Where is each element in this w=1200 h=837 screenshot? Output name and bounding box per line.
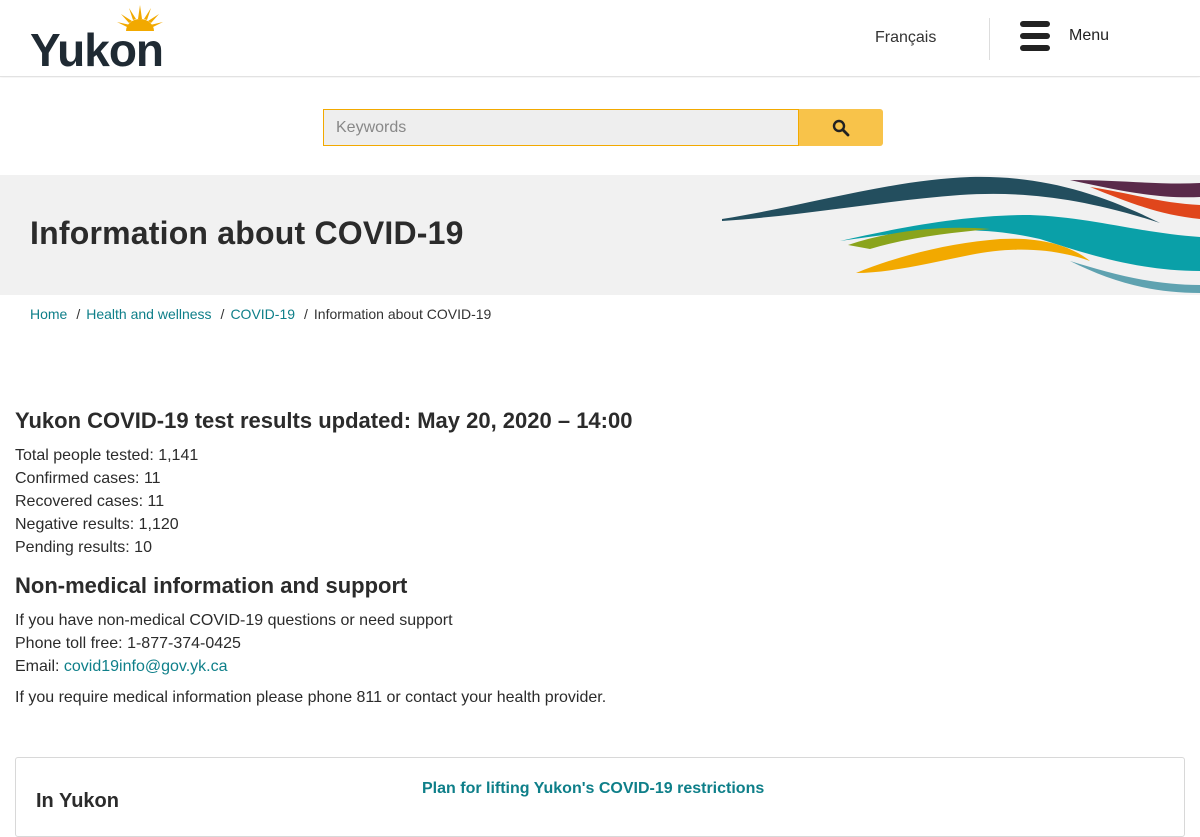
- support-email-row: Email: covid19info@gov.yk.ca: [15, 655, 1185, 678]
- search-icon: [832, 119, 850, 136]
- negative-results: Negative results: 1,120: [15, 516, 179, 533]
- page-title: Information about COVID-19: [30, 215, 464, 251]
- breadcrumb-separator: /: [220, 306, 225, 322]
- confirmed-cases: Confirmed cases: 11: [15, 470, 161, 487]
- banner-ribbons-graphic: [722, 176, 1200, 293]
- breadcrumb-current: Information about COVID-19: [313, 306, 492, 322]
- pending-results: Pending results: 10: [15, 539, 152, 556]
- yukon-logo[interactable]: Yukon: [30, 5, 190, 76]
- email-label: Email:: [15, 658, 64, 675]
- breadcrumb-covid-19[interactable]: COVID-19: [230, 306, 295, 322]
- site-header: Yukon Français Menu: [0, 0, 1200, 77]
- svg-text:Yukon: Yukon: [30, 24, 163, 69]
- support-intro: If you have non-medical COVID-19 questio…: [15, 612, 453, 629]
- menu-button[interactable]: Menu: [1020, 20, 1109, 52]
- main-content: Yukon COVID-19 test results updated: May…: [15, 408, 1185, 707]
- medical-note: If you require medical information pleas…: [15, 689, 607, 706]
- total-tested: Total people tested: 1,141: [15, 447, 199, 464]
- menu-label: Menu: [1069, 27, 1110, 44]
- test-results-list: Total people tested: 1,141 Confirmed cas…: [15, 444, 1185, 559]
- search-button[interactable]: [799, 109, 883, 146]
- breadcrumb-separator: /: [304, 306, 308, 322]
- restrictions-plan-link[interactable]: Plan for lifting Yukon's COVID-19 restri…: [422, 780, 764, 798]
- page-banner: Information about COVID-19: [0, 175, 1200, 295]
- language-link[interactable]: Français: [875, 29, 936, 47]
- breadcrumb-home[interactable]: Home: [30, 306, 67, 322]
- email-link[interactable]: covid19info@gov.yk.ca: [64, 658, 228, 675]
- card-title: In Yukon: [36, 790, 119, 812]
- breadcrumb-separator: /: [76, 306, 81, 322]
- yukon-logo-icon: Yukon: [30, 5, 164, 76]
- header-divider: [989, 18, 990, 60]
- search-band: [0, 78, 1200, 175]
- info-card: In Yukon Plan for lifting Yukon's COVID-…: [15, 757, 1185, 837]
- recovered-cases: Recovered cases: 11: [15, 493, 165, 510]
- hamburger-icon: [1020, 21, 1050, 51]
- search-input[interactable]: [323, 109, 799, 146]
- breadcrumb: Home / Health and wellness / COVID-19 / …: [30, 306, 491, 322]
- support-heading: Non-medical information and support: [15, 573, 408, 598]
- breadcrumb-health-and-wellness[interactable]: Health and wellness: [86, 306, 211, 322]
- support-phone: Phone toll free: 1-877-374-0425: [15, 635, 241, 652]
- test-results-heading: Yukon COVID-19 test results updated: May…: [15, 408, 633, 433]
